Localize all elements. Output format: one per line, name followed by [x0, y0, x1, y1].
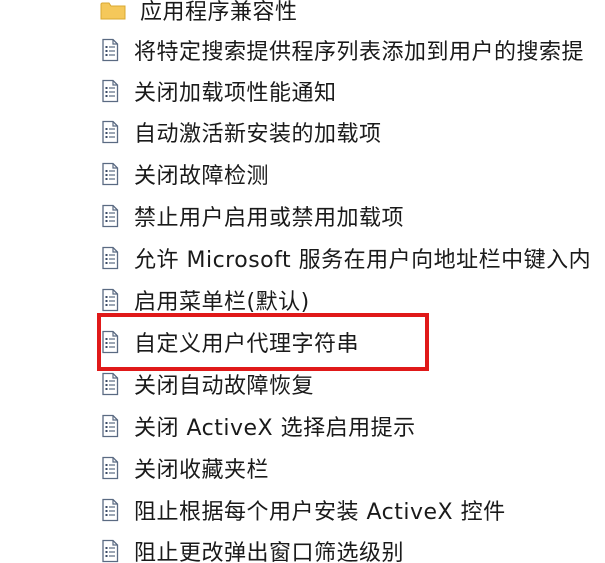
policy-setting-icon	[102, 498, 119, 522]
tree-item-label: 关闭自动故障恢复	[134, 374, 315, 399]
tree-item-policy[interactable]: 将特定搜索提供程序列表添加到用户的搜索提	[100, 30, 605, 70]
policy-setting-icon	[102, 288, 119, 312]
policy-setting-icon	[102, 372, 119, 396]
tree-item-policy[interactable]: 关闭故障检测	[100, 154, 605, 194]
tree-item-policy[interactable]: 自动激活新安装的加载项	[100, 112, 605, 152]
policy-tree: 应用程序兼容性 将特定搜索提供程序列表添加到用户的搜索提 关闭加载项性能通知 自…	[0, 0, 605, 563]
policy-setting-icon	[102, 246, 119, 270]
tree-item-policy[interactable]: 允许 Microsoft 服务在用户向地址栏中键入内	[100, 238, 605, 278]
tree-item-label: 禁止用户启用或禁用加载项	[134, 206, 405, 231]
policy-setting-icon	[102, 120, 119, 144]
tree-item-label: 阻止根据每个用户安装 ActiveX 控件	[134, 500, 506, 525]
tree-item-policy[interactable]: 关闭收藏夹栏	[100, 448, 605, 488]
tree-item-app-compat-folder[interactable]: 应用程序兼容性	[100, 0, 605, 30]
policy-setting-icon	[102, 204, 119, 228]
policy-setting-icon	[102, 162, 119, 186]
tree-item-label: 关闭收藏夹栏	[134, 458, 270, 483]
tree-item-label: 关闭加载项性能通知	[134, 81, 337, 106]
tree-item-label: 自定义用户代理字符串	[134, 332, 360, 357]
policy-setting-icon	[102, 456, 119, 480]
tree-item-policy-user-agent[interactable]: 自定义用户代理字符串	[100, 322, 605, 362]
tree-item-label: 自动激活新安装的加载项	[134, 122, 382, 147]
folder-icon	[100, 2, 126, 20]
tree-item-label: 阻止更改弹出窗口筛选级别	[134, 541, 405, 563]
tree-item-policy[interactable]: 关闭 ActiveX 选择启用提示	[100, 406, 605, 446]
tree-item-label: 应用程序兼容性	[140, 0, 298, 25]
tree-item-label: 启用菜单栏(默认)	[134, 290, 310, 315]
policy-setting-icon	[102, 539, 119, 563]
tree-item-label: 将特定搜索提供程序列表添加到用户的搜索提	[134, 40, 585, 65]
tree-item-policy[interactable]: 阻止更改弹出窗口筛选级别	[100, 531, 605, 563]
tree-item-policy[interactable]: 禁止用户启用或禁用加载项	[100, 196, 605, 236]
tree-item-policy[interactable]: 关闭自动故障恢复	[100, 364, 605, 404]
policy-setting-icon	[102, 330, 119, 354]
tree-item-label: 关闭 ActiveX 选择启用提示	[134, 416, 416, 441]
tree-item-label: 关闭故障检测	[134, 164, 270, 189]
tree-item-policy[interactable]: 阻止根据每个用户安装 ActiveX 控件	[100, 490, 605, 530]
tree-item-policy[interactable]: 关闭加载项性能通知	[100, 71, 605, 111]
tree-item-policy[interactable]: 启用菜单栏(默认)	[100, 280, 605, 320]
policy-setting-icon	[102, 414, 119, 438]
policy-setting-icon	[102, 38, 119, 62]
tree-item-label: 允许 Microsoft 服务在用户向地址栏中键入内	[134, 248, 592, 273]
policy-setting-icon	[102, 79, 119, 103]
